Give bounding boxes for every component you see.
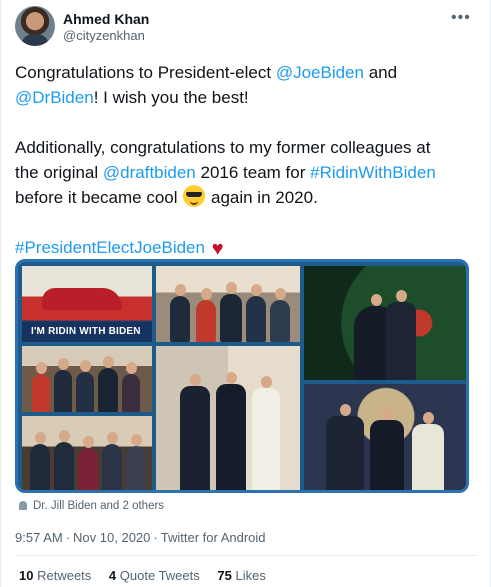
tweet-text-segment: before it became cool: [15, 188, 183, 207]
mention-draftbiden[interactable]: @draftbiden: [103, 163, 196, 182]
photo-hug[interactable]: [304, 266, 466, 380]
engagement-stats: 10 Retweets 4 Quote Tweets 75 Likes: [19, 568, 280, 583]
banner-text: I'M RIDIN WITH BIDEN: [22, 322, 152, 342]
person-icon: [19, 501, 27, 510]
likes-label: Likes: [235, 568, 266, 583]
divider: [15, 555, 477, 556]
tweet-line-6: #PresidentElectJoeBiden ♥: [15, 235, 481, 262]
tweet-timestamp: 9:57 AM · Nov 10, 2020 · Twitter for Android: [15, 530, 266, 545]
tweet-text-segment: again in 2020.: [206, 188, 318, 207]
tweet-text-segment: ! I wish you the best!: [93, 88, 249, 107]
sunglasses-emoji-icon: [183, 185, 206, 207]
tweet-card: Ahmed Khan @cityzenkhan ••• Congratulati…: [0, 0, 491, 587]
retweets-count: 10: [19, 568, 34, 583]
photo-group-2[interactable]: [22, 346, 152, 412]
tweet-line-3: Additionally, congratulations to my form…: [15, 138, 431, 157]
author-name[interactable]: Ahmed Khan: [63, 11, 149, 27]
tweet-text: Congratulations to President-elect @JoeB…: [15, 60, 481, 262]
tweet-time[interactable]: 9:57 AM: [15, 530, 63, 545]
photo-group-3[interactable]: [22, 416, 152, 490]
tweet-text-segment: the original: [15, 163, 103, 182]
tweet-text-segment: Congratulations to President-elect: [15, 63, 276, 82]
tagged-people[interactable]: Dr. Jill Biden and 2 others: [19, 500, 164, 512]
tweet-line-5: before it became cool again in 2020.: [15, 185, 481, 210]
retweets-label: Retweets: [37, 568, 92, 583]
photo-with-bidens[interactable]: [304, 384, 466, 490]
mention-drbiden[interactable]: @DrBiden: [15, 88, 94, 107]
tweet-date[interactable]: Nov 10, 2020: [73, 530, 150, 545]
likes-count: 75: [217, 568, 232, 583]
tweet-line-4: the original @draftbiden 2016 team for #…: [15, 160, 481, 185]
car-illustration: [42, 288, 122, 310]
author-handle[interactable]: @cityzenkhan: [63, 28, 145, 43]
quote-tweets-stat[interactable]: 4 Quote Tweets: [109, 568, 200, 583]
more-options-icon[interactable]: •••: [451, 10, 471, 26]
tweet-text-segment: and: [363, 63, 398, 82]
tweet-text-segment: 2016 team for: [195, 163, 311, 182]
photo-trio[interactable]: [156, 346, 300, 490]
tweet-line-1: Congratulations to President-elect @JoeB…: [15, 60, 481, 85]
tweet-line-2: @DrBiden! I wish you the best!: [15, 85, 481, 110]
hashtag-presidentelectjoebiden[interactable]: #PresidentElectJoeBiden: [15, 238, 205, 257]
photo-collage[interactable]: I'M RIDIN WITH BIDEN: [15, 259, 469, 493]
separator: ·: [65, 530, 71, 545]
retweets-stat[interactable]: 10 Retweets: [19, 568, 91, 583]
tagged-label: Dr. Jill Biden and 2 others: [33, 500, 165, 512]
separator: ·: [153, 530, 158, 545]
likes-stat[interactable]: 75 Likes: [217, 568, 265, 583]
avatar[interactable]: [15, 6, 55, 46]
tweet-source[interactable]: Twitter for Android: [161, 530, 266, 545]
quotes-label: Quote Tweets: [119, 568, 200, 583]
hashtag-ridinwithbiden[interactable]: #RidinWithBiden: [310, 163, 436, 182]
photo-group-1[interactable]: [156, 266, 300, 342]
photo-ridin-with-biden[interactable]: I'M RIDIN WITH BIDEN: [22, 266, 152, 342]
quotes-count: 4: [108, 568, 117, 583]
mention-joebiden[interactable]: @JoeBiden: [276, 63, 364, 82]
heart-emoji-icon: ♥: [211, 238, 224, 260]
